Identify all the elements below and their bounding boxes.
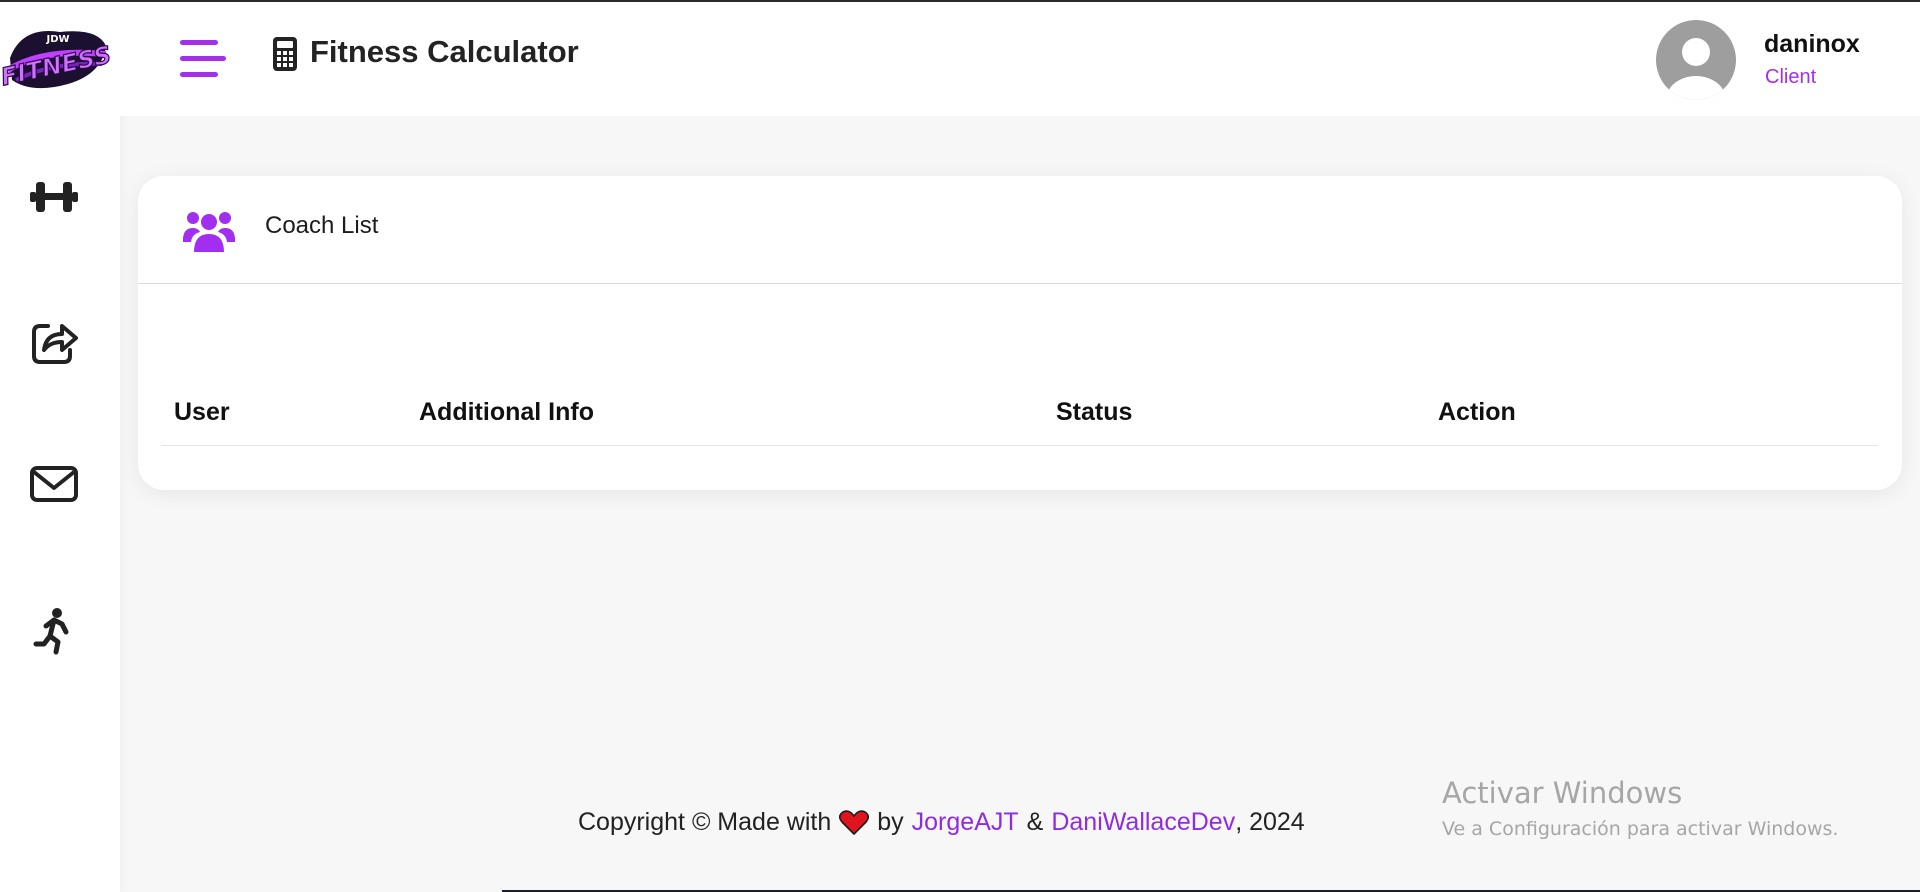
menu-line (180, 40, 218, 45)
footer: Copyright © Made with by JorgeAJT & Dani… (578, 808, 1305, 837)
menu-line (180, 72, 218, 77)
user-avatar[interactable] (1656, 20, 1736, 100)
author-link-daniwallacedev[interactable]: DaniWallaceDev (1051, 808, 1235, 837)
running-person-icon[interactable] (28, 604, 80, 656)
top-header: Fitness Calculator daninox Client (120, 2, 1920, 116)
share-icon[interactable] (28, 314, 80, 366)
watermark-title: Activar Windows (1442, 776, 1683, 810)
windows-activation-watermark: Activar Windows Ve a Configuración para … (1442, 776, 1838, 840)
heart-icon (839, 809, 870, 836)
user-role: Client (1765, 66, 1817, 88)
column-header-user[interactable]: User (174, 398, 230, 427)
column-header-additional-info[interactable]: Additional Info (419, 398, 594, 427)
coach-list-card: Coach List User Additional Info Status A… (138, 176, 1902, 490)
logo-text-top: JDW (45, 34, 69, 45)
users-icon (182, 208, 236, 254)
menu-line (180, 56, 226, 61)
footer-copyright-text: Copyright © Made with (578, 808, 832, 836)
sidebar: JDW FITNESS (0, 2, 120, 892)
column-header-status[interactable]: Status (1056, 398, 1132, 427)
author-link-jorgeajt[interactable]: JorgeAJT (912, 808, 1019, 837)
jdw-fitness-logo[interactable]: JDW FITNESS (0, 18, 114, 96)
hamburger-menu-button[interactable] (178, 38, 228, 82)
column-header-action[interactable]: Action (1438, 398, 1516, 427)
page-title: Fitness Calculator (310, 34, 579, 69)
watermark-subtitle: Ve a Configuración para activar Windows. (1442, 818, 1839, 840)
footer-year: , 2024 (1235, 808, 1305, 836)
footer-by-text: by (877, 808, 904, 836)
card-header: Coach List (138, 176, 1902, 284)
calculator-icon (272, 36, 298, 72)
dumbbell-icon[interactable] (28, 170, 80, 222)
card-title: Coach List (265, 212, 379, 239)
user-name[interactable]: daninox (1764, 30, 1860, 59)
mail-icon[interactable] (28, 458, 80, 510)
table-header-row: User Additional Info Status Action (161, 390, 1878, 446)
footer-ampersand: & (1026, 808, 1044, 836)
